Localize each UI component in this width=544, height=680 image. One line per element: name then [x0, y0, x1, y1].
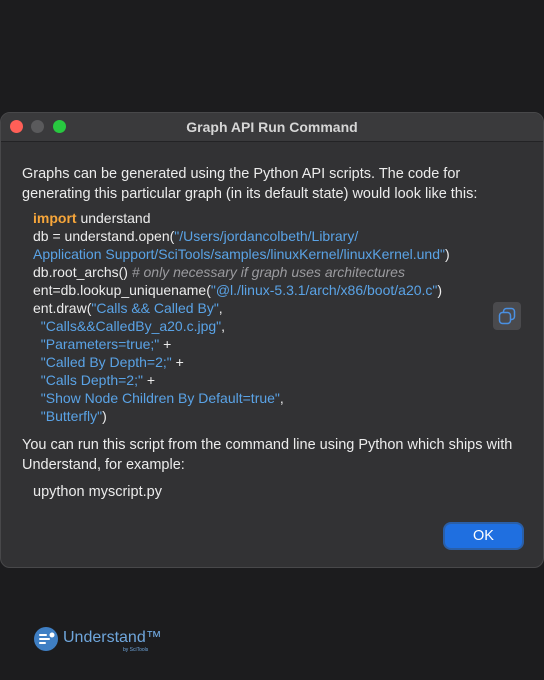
title-bar: Graph API Run Command [1, 113, 543, 142]
code-block[interactable]: import understand db = understand.open("… [33, 209, 493, 425]
code-line: "Calls Depth=2;" + [40, 372, 156, 388]
code-line: "Called By Depth=2;" + [40, 354, 184, 370]
code-line: "Butterfly") [40, 408, 107, 424]
copy-code-button[interactable] [493, 302, 521, 330]
ok-button[interactable]: OK [445, 524, 522, 548]
code-line: import understand [33, 210, 151, 226]
brand-subtitle: by SciTools [123, 647, 149, 653]
code-line: db.root_archs() # only necessary if grap… [33, 264, 405, 280]
intro-text: Graphs can be generated using the Python… [22, 166, 478, 202]
code-line: "Show Node Children By Default=true", [40, 390, 284, 406]
code-line: ent.draw("Calls && Called By", [33, 300, 223, 316]
graph-api-dialog: Graph API Run Command Graphs can be gene… [0, 112, 544, 568]
code-line: Application Support/SciTools/samples/lin… [33, 246, 450, 262]
copy-icon [498, 307, 516, 325]
code-line: db = understand.open("/Users/jordancolbe… [33, 228, 359, 244]
usage-text: You can run this script from the command… [22, 437, 513, 473]
window-title: Graph API Run Command [186, 119, 358, 135]
code-line: "Parameters=true;" + [40, 336, 172, 352]
code-line: ent=db.lookup_uniquename("@l./linux-5.3.… [33, 282, 443, 298]
command-example[interactable]: upython myscript.py [33, 484, 162, 500]
understand-logo-icon [34, 627, 58, 651]
brand-name: Understand™ [63, 629, 162, 646]
code-line: "Calls&&CalledBy_a20.c.jpg", [40, 318, 226, 334]
